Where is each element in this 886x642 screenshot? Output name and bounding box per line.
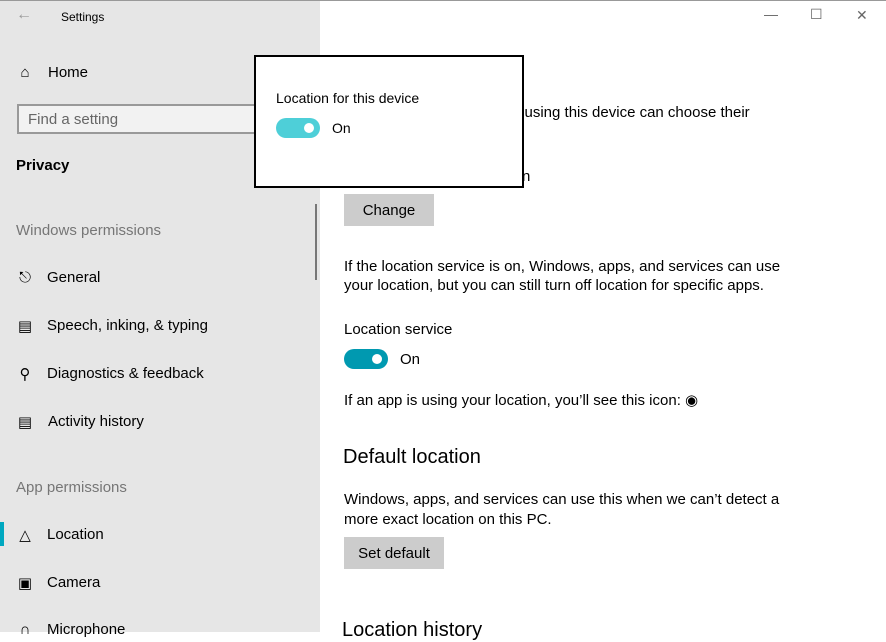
lock-icon: ⎋ (19, 269, 31, 286)
location-service-toggle[interactable] (344, 349, 388, 369)
icon-note: If an app is using your location, you’ll… (344, 391, 698, 409)
location-in-use-icon: ◉ (685, 392, 699, 409)
default-location-heading: Default location (343, 446, 481, 468)
close-button[interactable]: ✕ (856, 7, 868, 24)
sidebar-item-general[interactable]: ⎋ General (0, 269, 300, 289)
feedback-icon: ⚲ (19, 366, 31, 383)
set-default-button[interactable]: Set default (344, 537, 444, 569)
clipboard-icon: ▤ (17, 318, 33, 335)
change-button[interactable]: Change (344, 194, 434, 226)
sidebar-item-location[interactable]: △ Location (0, 526, 300, 546)
minimize-button[interactable]: — (764, 6, 778, 22)
service-description-line1: If the location service is on, Windows, … (344, 258, 781, 275)
icon-note-text: If an app is using your location, you’ll… (344, 392, 681, 409)
default-description-line1: Windows, apps, and services can use this… (344, 491, 780, 508)
sidebar-item-speech[interactable]: ▤ Speech, inking, & typing (0, 317, 300, 337)
location-icon: △ (19, 527, 31, 544)
sidebar-item-diagnostics[interactable]: ⚲ Diagnostics & feedback (0, 365, 300, 385)
location-history-heading: Location history (342, 619, 483, 641)
sidebar-scrollbar[interactable] (315, 204, 317, 280)
section-windows-permissions: Windows permissions (16, 222, 162, 239)
maximize-button[interactable]: ☐ (810, 6, 823, 23)
default-description-line2: more exact location on this PC. (344, 511, 552, 528)
search-input[interactable]: Find a setting (17, 104, 267, 134)
device-access-text: n using this device can choose their (512, 104, 750, 121)
back-arrow-icon[interactable]: ← (16, 6, 32, 24)
category-heading: Privacy (16, 157, 70, 174)
popup-location-toggle[interactable] (276, 118, 320, 138)
home-icon: ⌂ (20, 64, 30, 81)
sidebar-item-camera[interactable]: ▣ Camera (0, 574, 300, 594)
location-service-label: Location service (344, 321, 453, 338)
camera-icon: ▣ (17, 575, 33, 592)
location-device-popup: Location for this device On (254, 55, 524, 188)
microphone-icon: ∩ (19, 621, 31, 638)
popup-label: Location for this device (276, 90, 420, 106)
location-service-state: On (400, 351, 421, 368)
popup-state: On (332, 120, 351, 136)
section-app-permissions: App permissions (16, 479, 127, 496)
timeline-icon: ▤ (17, 414, 33, 431)
window-title: Settings (61, 10, 105, 24)
sidebar-item-activity-history[interactable]: ▤ Activity history (0, 413, 300, 433)
service-description-line2: your location, but you can still turn of… (344, 277, 764, 294)
sidebar-item-microphone[interactable]: ∩ Microphone (0, 621, 300, 641)
